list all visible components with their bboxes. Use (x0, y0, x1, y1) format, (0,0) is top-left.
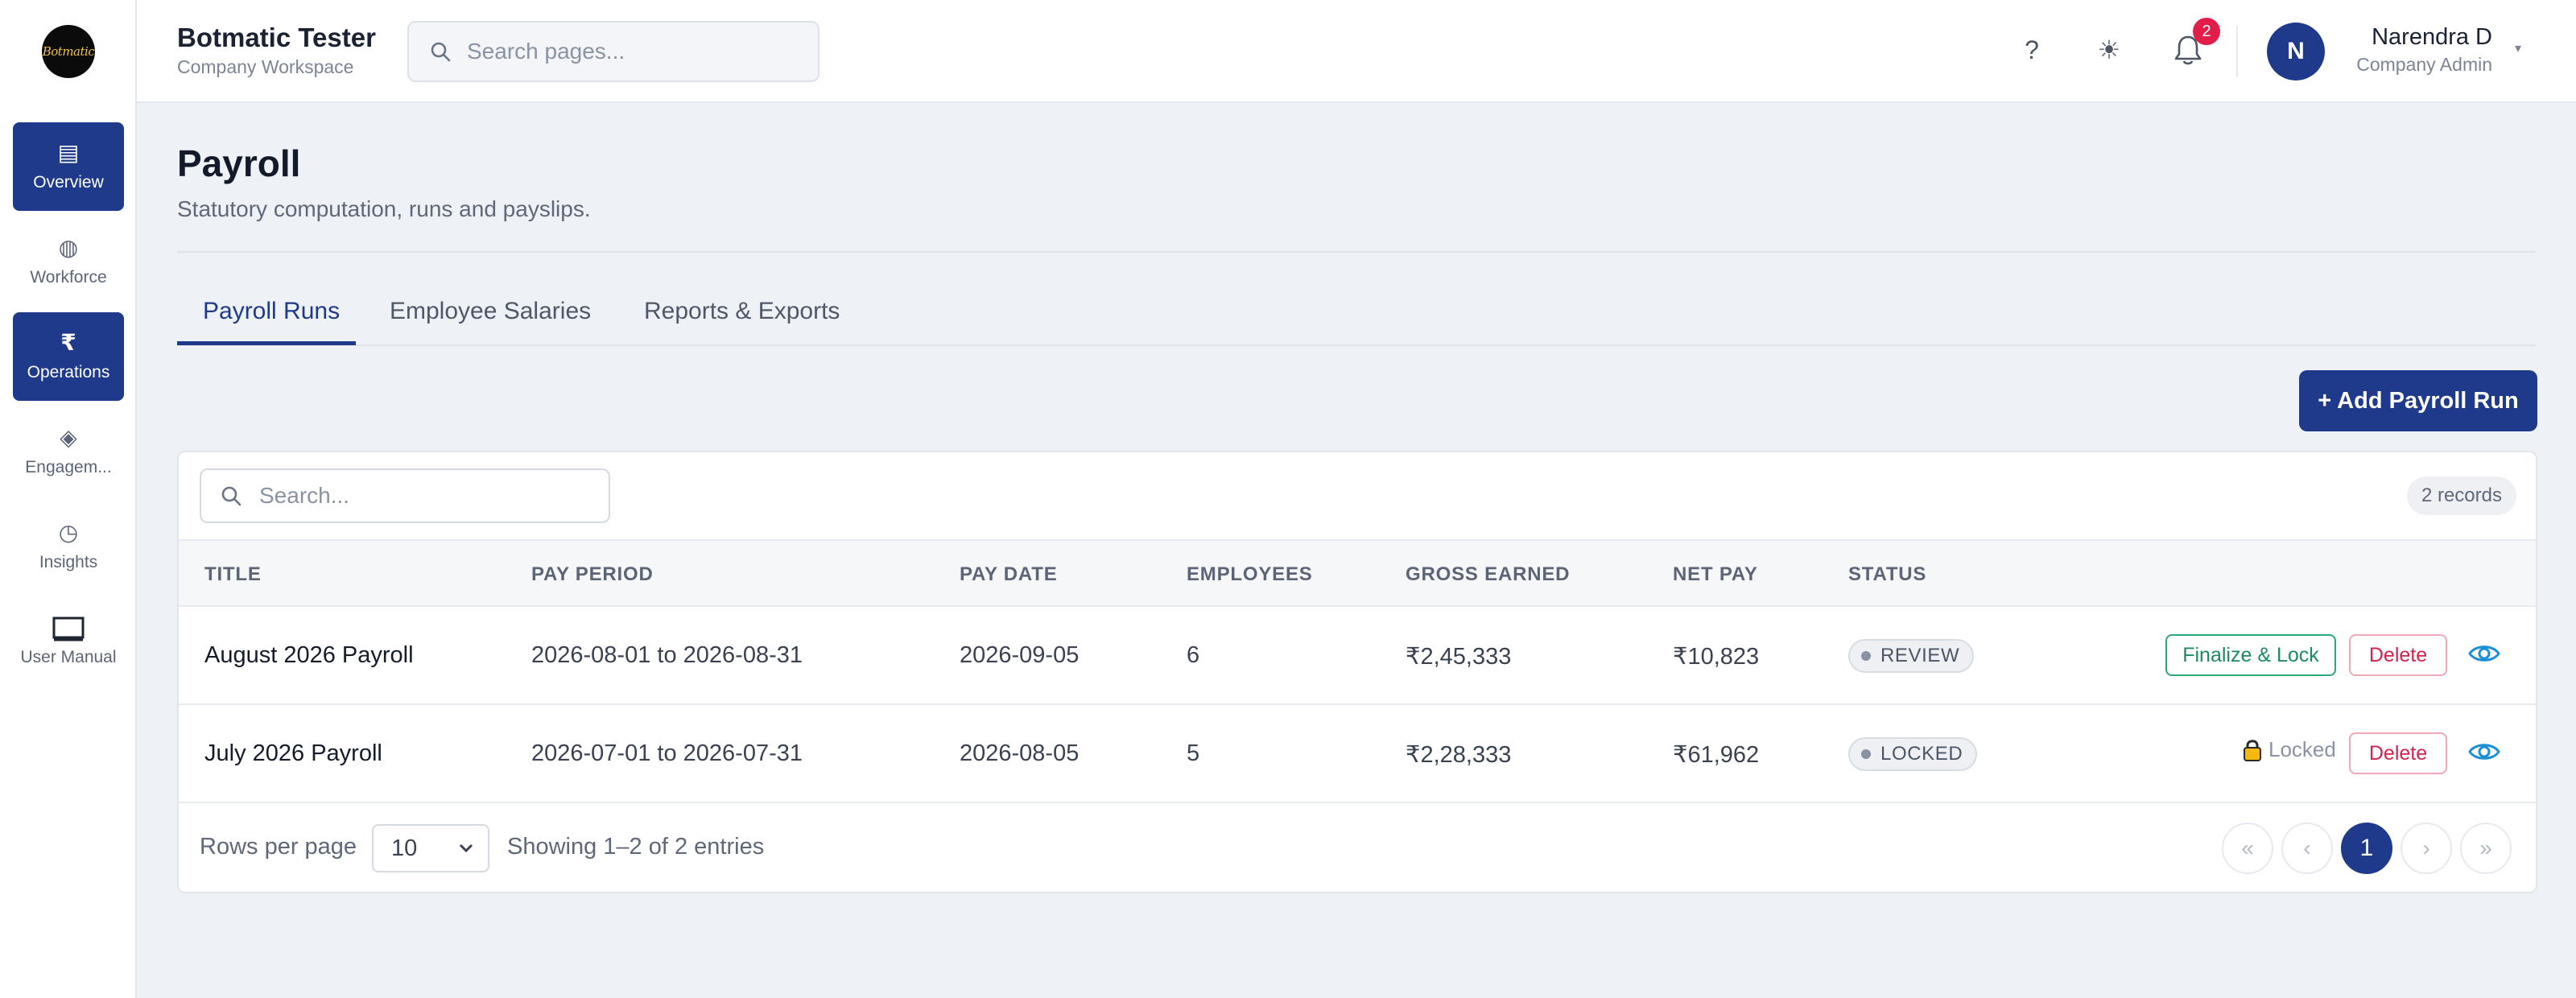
table-footer: Rows per page 10 Showing 1–2 of 2 entrie… (179, 803, 2536, 892)
notification-badge: 2 (2193, 18, 2220, 45)
showing-entries-label: Showing 1–2 of 2 entries (507, 834, 765, 860)
sidebar-item-label: Engagem... (25, 458, 112, 476)
sidebar-item-engagement[interactable]: ◈ Engagem... (13, 407, 124, 496)
help-icon[interactable]: ? (2014, 32, 2050, 68)
column-header-gross-earned: GROSS EARNED (1406, 563, 1571, 585)
cell-title: August 2026 Payroll (204, 642, 414, 668)
search-placeholder: Search... (259, 483, 350, 508)
cell-pay-date: 2026-09-05 (960, 642, 1080, 668)
delete-button[interactable]: Delete (2349, 732, 2447, 774)
status-dot (1861, 749, 1871, 759)
locked-indicator: Locked (2243, 737, 2336, 762)
column-header-pay-period: PAY PERIOD (531, 563, 654, 585)
rupee-icon: ₹ (60, 330, 76, 355)
list-icon: ▤ (57, 140, 80, 165)
chevron-down-icon (459, 843, 473, 853)
rows-per-page-value: 10 (391, 835, 418, 861)
search-placeholder: Search pages... (467, 39, 625, 64)
sidebar-item-label: Workforce (30, 268, 107, 287)
table-row: August 2026 Payroll 2026-08-01 to 2026-0… (179, 607, 2536, 705)
column-header-net-pay: NET PAY (1673, 563, 1758, 585)
cell-gross-earned: ₹2,45,333 (1406, 644, 1512, 670)
table-row: July 2026 Payroll 2026-07-01 to 2026-07-… (179, 705, 2536, 803)
sidebar: Botmatic ▤ Overview ◍ Workforce ₹ Operat… (0, 0, 137, 998)
sidebar-item-label: Operations (27, 363, 110, 381)
page-button-1[interactable]: 1 (2341, 823, 2392, 874)
eye-icon[interactable] (2467, 734, 2502, 769)
sidebar-item-overview[interactable]: ▤ Overview (13, 122, 124, 211)
tab-payroll-runs[interactable]: Payroll Runs (203, 298, 340, 346)
cell-gross-earned: ₹2,28,333 (1406, 742, 1512, 768)
eye-icon[interactable] (2467, 636, 2502, 671)
tab-reports-exports[interactable]: Reports & Exports (644, 298, 840, 346)
search-icon (221, 486, 242, 506)
next-page-button[interactable]: › (2401, 823, 2452, 874)
cell-pay-period: 2026-08-01 to 2026-08-31 (531, 642, 803, 668)
workspace-title: Botmatic Tester (177, 23, 376, 52)
diamond-icon: ◈ (60, 425, 77, 450)
last-page-button[interactable]: » (2460, 823, 2512, 874)
header-divider (2236, 26, 2238, 77)
sun-icon[interactable]: ☀ (2091, 32, 2127, 68)
cell-title: July 2026 Payroll (204, 740, 382, 766)
sidebar-item-label: User Manual (20, 648, 117, 666)
page-subtitle: Statutory computation, runs and payslips… (177, 196, 591, 221)
cell-net-pay: ₹61,962 (1673, 742, 1760, 768)
status-label: REVIEW (1880, 645, 1960, 666)
table-header: TITLE PAY PERIOD PAY DATE EMPLOYEES GROS… (179, 539, 2536, 607)
rows-per-page-select[interactable]: 10 (372, 824, 489, 872)
user-role: Company Admin (2356, 54, 2492, 75)
globe-icon: ◍ (58, 235, 79, 260)
payroll-runs-table-card: Search... 2 records TITLE PAY PERIOD PAY… (177, 451, 2537, 893)
previous-page-button[interactable]: ‹ (2281, 823, 2333, 874)
workspace-brand: Botmatic Tester Company Workspace (177, 23, 376, 78)
locked-label: Locked (2268, 737, 2336, 761)
chevron-down-icon[interactable]: ▾ (2515, 40, 2521, 56)
avatar[interactable]: N (2267, 23, 2325, 80)
workspace-subtitle: Company Workspace (177, 56, 354, 77)
cell-net-pay: ₹10,823 (1673, 644, 1760, 670)
cell-pay-period: 2026-07-01 to 2026-07-31 (531, 740, 803, 766)
records-count-badge: 2 records (2406, 476, 2516, 515)
column-header-title: TITLE (204, 563, 262, 585)
sidebar-item-operations[interactable]: ₹ Operations (13, 312, 124, 401)
divider (177, 251, 2536, 253)
first-page-button[interactable]: « (2222, 823, 2273, 874)
pie-chart-icon: ◷ (58, 520, 79, 545)
lock-icon (2244, 739, 2261, 761)
user-menu[interactable]: Narendra D Company Admin (2356, 24, 2492, 76)
column-header-employees: EMPLOYEES (1187, 563, 1313, 585)
book-icon (52, 616, 85, 641)
sidebar-item-insights[interactable]: ◷ Insights (13, 502, 124, 591)
search-icon (431, 42, 451, 62)
tab-employee-salaries[interactable]: Employee Salaries (390, 298, 591, 346)
cell-employees: 5 (1187, 740, 1200, 766)
sidebar-item-workforce[interactable]: ◍ Workforce (13, 217, 124, 306)
cell-pay-date: 2026-08-05 (960, 740, 1080, 766)
column-header-status: STATUS (1848, 563, 1927, 585)
add-payroll-run-button[interactable]: + Add Payroll Run (2299, 370, 2537, 431)
page-title: Payroll (177, 142, 301, 184)
logo-text: Botmatic (42, 44, 95, 59)
top-header: Botmatic Tester Company Workspace Search… (137, 0, 2576, 103)
active-tab-indicator (177, 341, 356, 345)
cell-employees: 6 (1187, 642, 1200, 668)
status-label: LOCKED (1880, 743, 1963, 765)
finalize-lock-button[interactable]: Finalize & Lock (2165, 634, 2336, 676)
page-search-input[interactable]: Search pages... (407, 21, 819, 82)
status-badge: REVIEW (1848, 639, 1975, 673)
column-header-pay-date: PAY DATE (960, 563, 1058, 585)
status-badge: LOCKED (1848, 737, 1978, 771)
user-name: Narendra D (2372, 24, 2492, 50)
table-search-input[interactable]: Search... (200, 468, 610, 523)
sidebar-item-label: Overview (33, 173, 104, 192)
company-logo[interactable]: Botmatic (42, 25, 95, 78)
rows-per-page-label: Rows per page (200, 834, 357, 860)
status-dot (1861, 651, 1871, 661)
sidebar-item-user-manual[interactable]: User Manual (13, 597, 124, 686)
tab-bar: Payroll Runs Employee Salaries Reports &… (177, 298, 2536, 346)
delete-button[interactable]: Delete (2349, 634, 2447, 676)
sidebar-item-label: Insights (39, 553, 98, 571)
